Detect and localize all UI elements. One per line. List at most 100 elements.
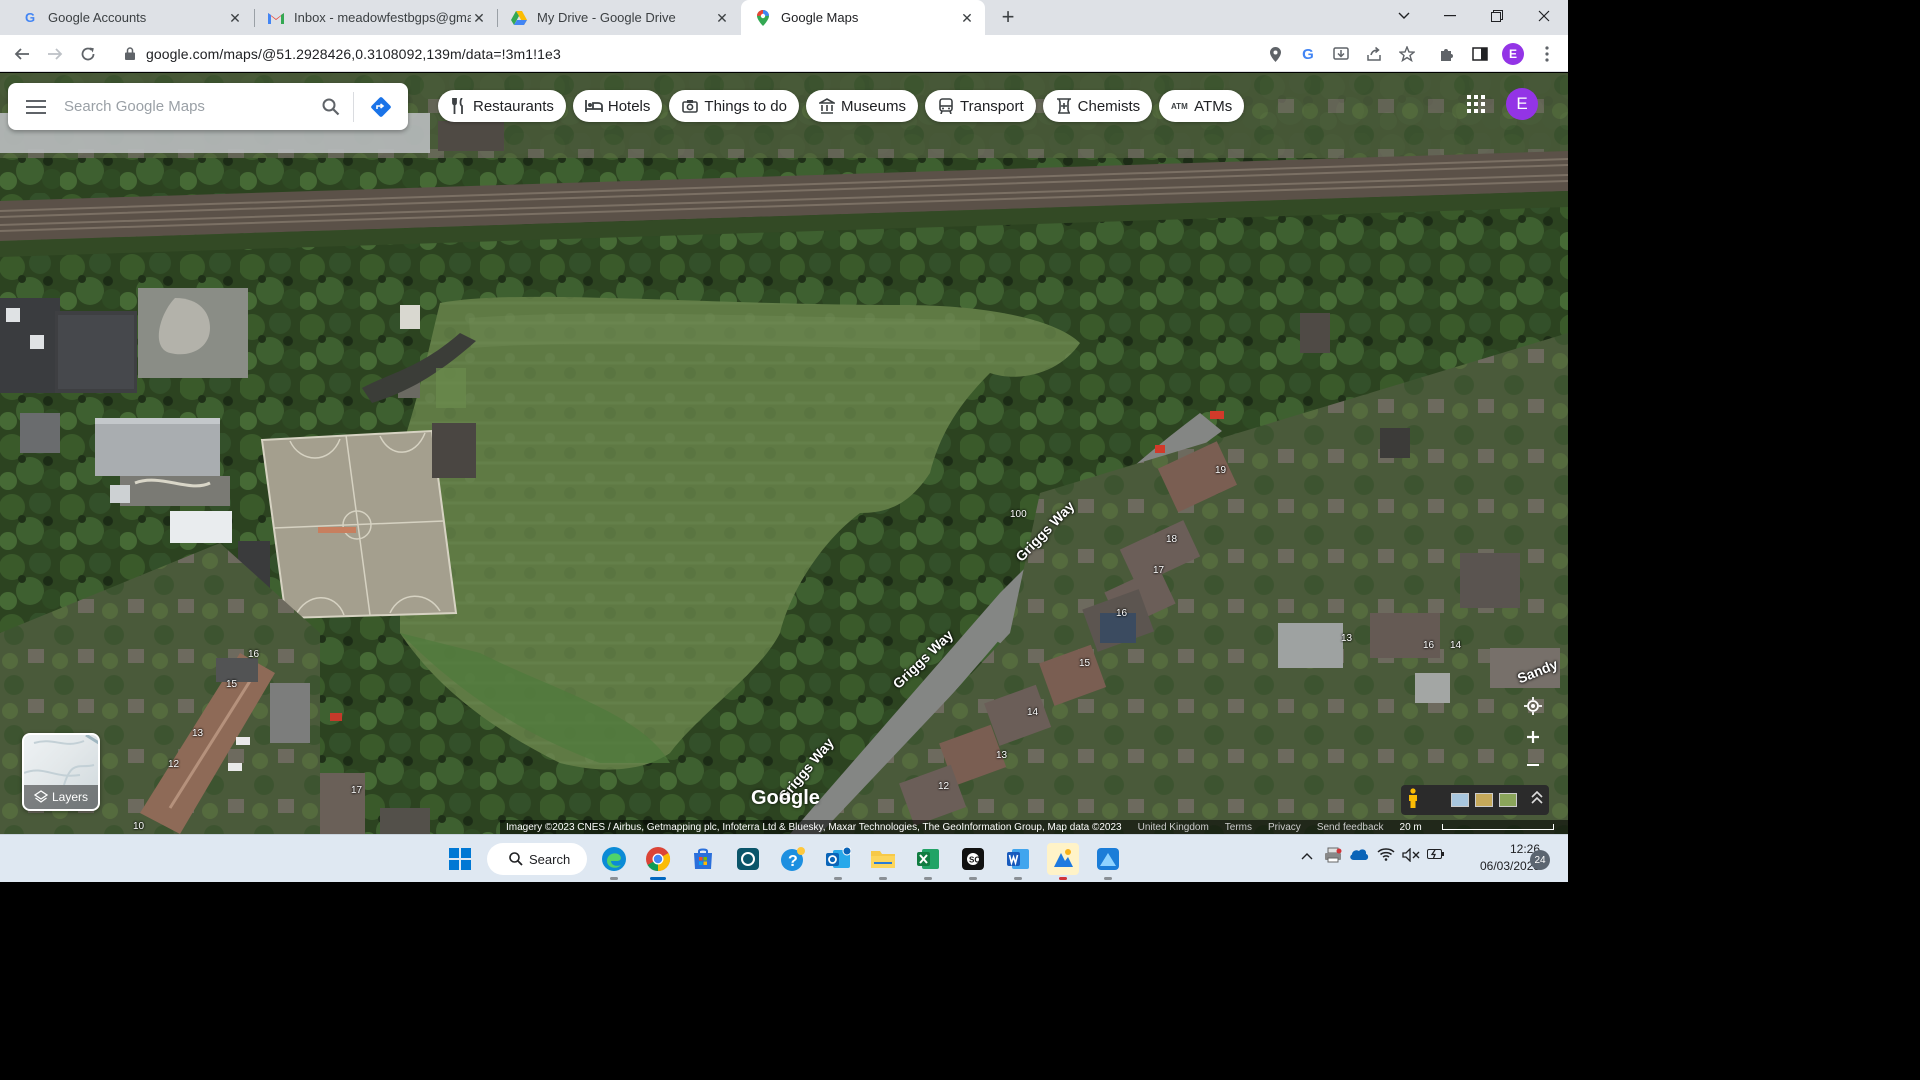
- chip-transport[interactable]: Transport: [925, 90, 1036, 122]
- google-apps-icon[interactable]: [1463, 91, 1489, 117]
- expand-icon[interactable]: [1531, 790, 1543, 810]
- battery-icon[interactable]: [1427, 848, 1445, 863]
- zoom-out-button[interactable]: [1526, 751, 1539, 779]
- close-icon[interactable]: ✕: [714, 10, 730, 26]
- back-button[interactable]: [9, 41, 35, 67]
- google-lens-icon[interactable]: G: [1297, 43, 1319, 65]
- edge-icon[interactable]: [598, 843, 630, 880]
- menu-hamburger-icon[interactable]: [8, 83, 64, 130]
- screen: G Google Accounts ✕ Inbox - meadowfestbg…: [0, 0, 1568, 882]
- my-location-button[interactable]: [1518, 691, 1547, 720]
- file-explorer-icon[interactable]: [867, 843, 899, 880]
- imagery-thumbnail[interactable]: [1499, 793, 1517, 807]
- address-bar[interactable]: google.com/maps/@51.2928426,0.3108092,13…: [110, 39, 1260, 68]
- search-input[interactable]: [64, 98, 309, 115]
- search-icon[interactable]: [309, 83, 353, 130]
- chip-museums[interactable]: Museums: [805, 90, 918, 122]
- tab-gmail-inbox[interactable]: Inbox - meadowfestbgps@gmail ✕: [254, 0, 497, 35]
- send-feedback-link[interactable]: Send feedback: [1317, 822, 1384, 833]
- install-icon[interactable]: [1330, 43, 1352, 65]
- tab-google-drive[interactable]: My Drive - Google Drive ✕: [497, 0, 740, 35]
- paint-icon[interactable]: [1092, 843, 1124, 880]
- tab-search-button[interactable]: [1381, 0, 1427, 32]
- tab-title: Google Accounts: [48, 10, 147, 25]
- windows-start-icon[interactable]: [444, 843, 476, 875]
- chip-atms[interactable]: ATM ATMs: [1159, 90, 1245, 122]
- camera-icon: [681, 97, 699, 115]
- forward-button[interactable]: [42, 41, 68, 67]
- scale-bar[interactable]: 20 m: [1400, 822, 1568, 833]
- region-link[interactable]: United Kingdom: [1138, 822, 1209, 833]
- layers-icon: [33, 790, 48, 804]
- close-icon[interactable]: ✕: [959, 10, 975, 26]
- svg-text:ATM: ATM: [1171, 102, 1188, 111]
- map-canvas[interactable]: Griggs Way Griggs Way Griggs Way Sandy 1…: [0, 73, 1568, 834]
- close-icon[interactable]: ✕: [227, 10, 243, 26]
- house-number: 10: [133, 821, 145, 832]
- drive-icon: [511, 10, 527, 26]
- word-icon[interactable]: [1002, 843, 1034, 880]
- chip-hotels[interactable]: Hotels: [572, 90, 663, 122]
- close-icon[interactable]: ✕: [471, 10, 487, 26]
- google-logo: Google: [751, 787, 820, 809]
- tab-google-accounts[interactable]: G Google Accounts ✕: [8, 0, 253, 35]
- profile-avatar[interactable]: E: [1502, 43, 1524, 65]
- imagery-attribution: Imagery ©2023 CNES / Airbus, Getmapping …: [506, 821, 1122, 833]
- new-tab-button[interactable]: +: [996, 5, 1020, 29]
- side-panel-icon[interactable]: [1469, 43, 1491, 65]
- speaker-muted-icon[interactable]: [1402, 847, 1420, 865]
- share-icon[interactable]: [1363, 43, 1385, 65]
- bookmark-star-icon[interactable]: [1396, 43, 1418, 65]
- outlook-icon[interactable]: [822, 843, 854, 880]
- privacy-link[interactable]: Privacy: [1268, 822, 1301, 833]
- store-icon[interactable]: [687, 843, 719, 875]
- chip-label: Transport: [960, 97, 1024, 115]
- chip-chemists[interactable]: Chemists: [1042, 90, 1153, 122]
- imagery-thumbnail[interactable]: [1475, 793, 1493, 807]
- lock-icon[interactable]: [122, 46, 138, 62]
- google-g-icon: G: [24, 10, 36, 25]
- extensions-icon[interactable]: [1436, 43, 1458, 65]
- minimize-button[interactable]: [1427, 0, 1473, 32]
- reload-button[interactable]: [75, 41, 101, 67]
- layers-button[interactable]: Layers: [22, 733, 100, 811]
- notification-badge[interactable]: 24: [1530, 850, 1550, 870]
- help-icon[interactable]: ?: [777, 843, 809, 875]
- house-number: 17: [351, 785, 363, 796]
- svg-text:?: ?: [788, 853, 798, 870]
- chip-label: Hotels: [607, 97, 651, 115]
- directions-icon[interactable]: [354, 83, 408, 130]
- menu-kebab-icon[interactable]: [1536, 43, 1558, 65]
- close-window-button[interactable]: [1521, 0, 1567, 32]
- terms-link[interactable]: Terms: [1225, 822, 1252, 833]
- house-number: 15: [226, 679, 238, 690]
- chip-things-to-do[interactable]: Things to do: [669, 90, 799, 122]
- photos-icon[interactable]: [1047, 843, 1079, 880]
- house-number: 16: [248, 649, 260, 660]
- chip-restaurants[interactable]: Restaurants: [438, 90, 566, 122]
- taskbar-search[interactable]: Search: [487, 843, 587, 875]
- location-pin-icon[interactable]: [1264, 43, 1286, 65]
- excel-icon[interactable]: [912, 843, 944, 880]
- category-chips: Restaurants Hotels Things to do Museums …: [438, 90, 1245, 122]
- maps-pin-icon: [755, 9, 771, 26]
- account-avatar[interactable]: E: [1506, 88, 1538, 120]
- printer-icon[interactable]: [1324, 847, 1342, 866]
- house-number: 15: [1079, 658, 1091, 669]
- app-icon[interactable]: SO: [957, 843, 989, 880]
- browser-tab-bar: G Google Accounts ✕ Inbox - meadowfestbg…: [0, 0, 1568, 35]
- museum-icon: [818, 97, 836, 115]
- tab-google-maps[interactable]: Google Maps ✕: [741, 0, 985, 35]
- restore-button[interactable]: [1474, 0, 1520, 32]
- pegman-icon[interactable]: [1407, 787, 1419, 813]
- url-text: google.com/maps/@51.2928426,0.3108092,13…: [146, 45, 561, 62]
- chrome-icon[interactable]: [642, 843, 674, 880]
- imagery-thumbnail[interactable]: [1451, 793, 1469, 807]
- chevron-up-icon[interactable]: [1301, 849, 1313, 863]
- chemist-icon: [1055, 97, 1073, 115]
- app-icon[interactable]: [732, 843, 764, 875]
- onedrive-icon[interactable]: [1349, 848, 1369, 863]
- zoom-in-button[interactable]: [1526, 723, 1539, 751]
- wifi-icon[interactable]: [1377, 847, 1395, 864]
- chip-label: Chemists: [1077, 97, 1141, 115]
